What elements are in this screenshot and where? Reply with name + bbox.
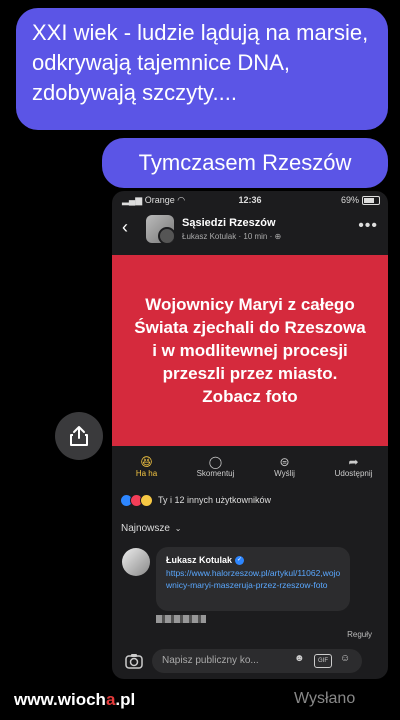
author-avatar [158,227,174,243]
site-watermark: www.wiocha.pl [14,690,136,709]
globe-icon: ⊕ [274,232,282,241]
status-bar: ▂▄▆ Orange ◠ 12:36 69% [112,191,388,209]
post-actions: 😆 Ha ha ◯ Skomentuj ⊜ Wyślij ➦ Udostępni… [112,455,388,487]
comment: Łukasz Kotulak ✓ https://www.halorzeszow… [156,547,350,611]
comment-link[interactable]: https://www.halorzeszow.pl/artykul/11062… [166,567,346,591]
facebook-screenshot: ▂▄▆ Orange ◠ 12:36 69% ‹ Sąsiedzi Rzeszó… [112,191,388,679]
messenger-icon: ⊜ [279,455,290,469]
sent-status: Wysłano [294,690,356,707]
share-icon [70,426,88,446]
message-bubble-1: XXI wiek - ludzie lądują na marsie, odkr… [16,8,388,130]
back-arrow-icon[interactable]: ‹ [122,217,128,238]
banner-text: Wojownicy Maryi z całego Świata zjechali… [134,295,366,406]
post-meta: Łukasz Kotulak · 10 min · ⊕ [182,232,282,241]
post-banner: Wojownicy Maryi z całego Świata zjechali… [112,255,388,446]
chevron-down-icon: ⌄ [174,524,182,533]
comment-composer: Napisz publiczny ko... ☻ GIF ☺ [112,643,388,679]
message-bubble-2: Tymczasem Rzeszów [102,138,388,188]
comment-button[interactable]: ◯ Skomentuj [181,455,250,487]
more-options-icon[interactable]: ••• [358,217,378,235]
reactions-summary[interactable]: Ty i 12 innych użytkowników [120,493,271,507]
haha-reaction-icon [140,493,153,507]
comment-input[interactable]: Napisz publiczny ko... ☻ GIF ☺ [152,649,362,673]
haha-button[interactable]: 😆 Ha ha [112,455,181,487]
avatar-sticker-icon[interactable]: ☻ [294,653,305,664]
share-arrow-icon: ➦ [348,455,359,469]
battery-icon [362,195,380,205]
haha-icon: 😆 [140,455,153,469]
comment-icon: ◯ [208,455,223,469]
avatar[interactable] [122,548,150,576]
comment-author[interactable]: Łukasz Kotulak ✓ [166,555,245,565]
send-button[interactable]: ⊜ Wyślij [250,455,319,487]
link-preview-thumbnail [156,615,206,623]
share-button[interactable] [55,412,103,460]
emoji-icon[interactable]: ☺ [340,653,350,664]
rules-link[interactable]: Reguły [347,630,372,639]
comment-sort-dropdown[interactable]: Najnowsze ⌄ [121,523,181,534]
verified-badge-icon: ✓ [235,555,245,565]
gif-icon[interactable]: GIF [314,654,332,668]
camera-icon[interactable] [124,651,144,671]
share-post-button[interactable]: ➦ Udostępnij [319,455,388,487]
battery-indicator: 69% [341,195,380,205]
group-avatar[interactable] [146,215,174,243]
group-name[interactable]: Sąsiedzi Rzeszów [182,217,276,229]
post-header: ‹ Sąsiedzi Rzeszów Łukasz Kotulak · 10 m… [112,211,388,247]
